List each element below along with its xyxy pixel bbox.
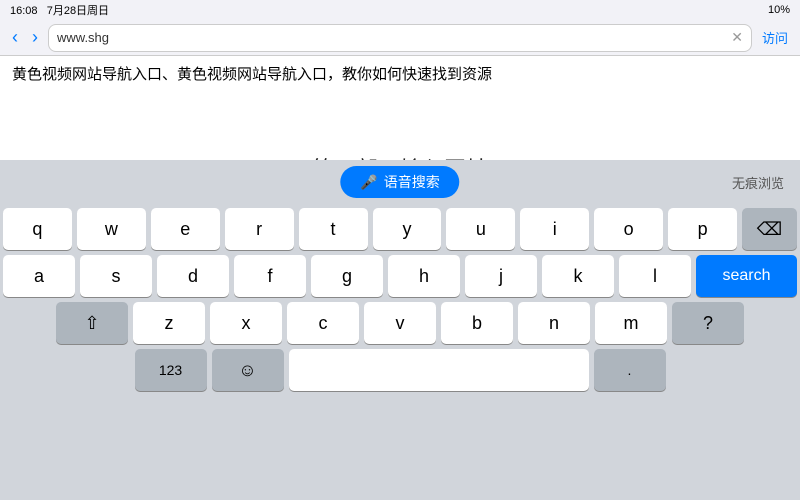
voice-search-button[interactable]: 🎤 语音搜索 (340, 166, 459, 198)
key-row-4: 123 ☺ . (3, 349, 797, 391)
key-shift[interactable]: ⇧ (56, 302, 128, 344)
key-numbers[interactable]: 123 (135, 349, 207, 391)
url-bar[interactable]: www.shg ✕ (48, 24, 752, 52)
status-time: 16:08 7月28日周日 (10, 2, 109, 18)
date: 7月28日周日 (47, 5, 109, 17)
battery: 10% (768, 4, 790, 16)
keyboard-top-bar: 🎤 语音搜索 无痕浏览 (0, 160, 800, 204)
page-content: 黄色视频网站导航入口、黄色视频网站导航入口，教你如何快速找到资源 (0, 56, 800, 136)
key-a[interactable]: a (3, 255, 75, 297)
private-browse-label: 无痕浏览 (732, 173, 784, 192)
key-delete[interactable]: ⌫ (742, 208, 797, 250)
key-z[interactable]: z (133, 302, 205, 344)
forward-button[interactable]: › (28, 27, 42, 48)
back-button[interactable]: ‹ (8, 27, 22, 48)
key-k[interactable]: k (542, 255, 614, 297)
key-m[interactable]: m (595, 302, 667, 344)
key-r[interactable]: r (225, 208, 294, 250)
key-c[interactable]: c (287, 302, 359, 344)
key-o[interactable]: o (594, 208, 663, 250)
status-right: 10% (768, 4, 790, 16)
voice-search-label: 语音搜索 (384, 172, 440, 192)
search-button[interactable]: search (696, 255, 797, 297)
time: 16:08 (10, 5, 38, 17)
key-row-2: a s d f g h j k l search (3, 255, 797, 297)
keyboard: q w e r t y u i o p ⌫ a s d f g h j k l … (0, 204, 800, 400)
key-l[interactable]: l (619, 255, 691, 297)
browser-chrome: ‹ › www.shg ✕ 访问 (0, 20, 800, 56)
key-t[interactable]: t (299, 208, 368, 250)
key-y[interactable]: y (373, 208, 442, 250)
key-q[interactable]: q (3, 208, 72, 250)
key-e[interactable]: e (151, 208, 220, 250)
status-bar: 16:08 7月28日周日 10% (0, 0, 800, 20)
key-row-1: q w e r t y u i o p ⌫ (3, 208, 797, 250)
key-p[interactable]: p (668, 208, 737, 250)
key-period[interactable]: . (594, 349, 666, 391)
key-b[interactable]: b (441, 302, 513, 344)
key-row-3: ⇧ z x c v b n m ? (3, 302, 797, 344)
keyboard-area: 🎤 语音搜索 无痕浏览 q w e r t y u i o p ⌫ a s d … (0, 160, 800, 500)
mic-icon: 🎤 (360, 174, 377, 191)
key-emoji[interactable]: ☺ (212, 349, 284, 391)
url-clear-icon[interactable]: ✕ (731, 29, 743, 46)
page-text: 黄色视频网站导航入口、黄色视频网站导航入口，教你如何快速找到资源 (12, 64, 788, 87)
key-s[interactable]: s (80, 255, 152, 297)
url-text: www.shg (57, 30, 731, 45)
key-v[interactable]: v (364, 302, 436, 344)
key-n[interactable]: n (518, 302, 590, 344)
key-w[interactable]: w (77, 208, 146, 250)
key-space[interactable] (289, 349, 589, 391)
key-u[interactable]: u (446, 208, 515, 250)
visit-button[interactable]: 访问 (758, 28, 792, 47)
key-g[interactable]: g (311, 255, 383, 297)
key-f[interactable]: f (234, 255, 306, 297)
key-x[interactable]: x (210, 302, 282, 344)
key-d[interactable]: d (157, 255, 229, 297)
key-h[interactable]: h (388, 255, 460, 297)
key-j[interactable]: j (465, 255, 537, 297)
key-question[interactable]: ? (672, 302, 744, 344)
key-i[interactable]: i (520, 208, 589, 250)
